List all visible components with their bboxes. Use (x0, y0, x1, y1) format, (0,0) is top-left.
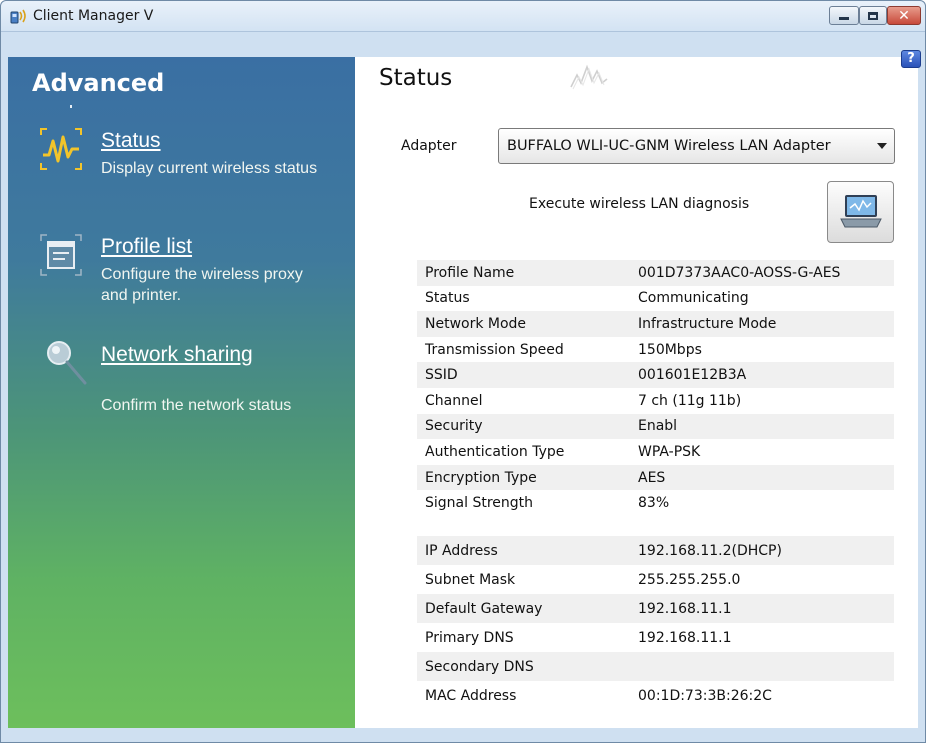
row-value: 192.168.11.1 (638, 629, 732, 646)
row-value: 7 ch (11g 11b) (638, 392, 742, 409)
adapter-label: Adapter (401, 138, 457, 154)
sidebar-item-profile-list[interactable]: Profile list (101, 235, 192, 259)
table-row: Profile Name 001D7373AAC0-AOSS-G-AES (417, 260, 894, 286)
close-icon: ✕ (898, 7, 910, 24)
row-label: Encryption Type (425, 469, 537, 486)
row-value: 001D7373AAC0-AOSS-G-AES (638, 264, 841, 281)
table-row: SSID 001601E12B3A (417, 362, 894, 388)
minimize-icon (839, 17, 849, 20)
row-value: 150Mbps (638, 341, 702, 358)
row-value: Enabl (638, 418, 678, 435)
row-label: Network Mode (425, 315, 527, 332)
row-value: 83% (638, 495, 670, 512)
row-label: Status (425, 290, 470, 307)
wireless-app-icon (10, 9, 26, 24)
window-icon[interactable] (39, 233, 83, 277)
sidebar-item-status[interactable]: Status (101, 129, 161, 153)
table-row: MAC Address 00:1D:73:3B:26:2C (417, 681, 894, 710)
chevron-down-icon (877, 143, 887, 149)
row-label: Subnet Mask (425, 571, 516, 588)
diagnosis-button[interactable] (827, 181, 894, 243)
close-button[interactable]: ✕ (887, 6, 921, 25)
table-row: Subnet Mask 255.255.255.0 (417, 565, 894, 594)
row-label: Secondary DNS (425, 658, 534, 675)
row-label: Authentication Type (425, 443, 565, 460)
row-label: Default Gateway (425, 600, 543, 617)
table-row: Encryption Type AES (417, 464, 894, 491)
row-label: Profile Name (425, 264, 515, 281)
row-label: Transmission Speed (425, 341, 564, 358)
network-info-table: IP Address 192.168.11.2(DHCP) Subnet Mask… (417, 536, 894, 710)
window-title: Client Manager V (33, 8, 154, 24)
row-label: MAC Address (425, 687, 517, 704)
title-bar[interactable]: Client Manager V ✕ (1, 1, 925, 32)
row-label: IP Address (425, 542, 498, 559)
row-label: Security (425, 418, 483, 435)
diagnosis-label: Execute wireless LAN diagnosis (529, 196, 750, 212)
row-value: Communicating (638, 290, 749, 307)
sidebar-item-network-sharing-description: Confirm the network status (101, 397, 292, 414)
minimize-button[interactable] (829, 6, 859, 25)
table-row: Default Gateway 192.168.11.1 (417, 594, 894, 623)
table-row: IP Address 192.168.11.2(DHCP) (417, 536, 894, 565)
row-label: Primary DNS (425, 629, 514, 646)
row-value: Infrastructure Mode (638, 315, 777, 332)
page-title: Status (379, 65, 453, 91)
sidebar-heading: Advanced (32, 69, 165, 97)
row-value: 255.255.255.0 (638, 571, 741, 588)
sidebar-item-status-description: Display current wireless status (101, 160, 318, 177)
row-value: 00:1D:73:3B:26:2C (638, 687, 772, 704)
table-row: Authentication Type WPA-PSK (417, 439, 894, 465)
row-value: WPA-PSK (638, 443, 701, 460)
table-row: Channel 7 ch (11g 11b) (417, 387, 894, 414)
table-row: Network Mode Infrastructure Mode (417, 311, 894, 337)
row-label: Signal Strength (425, 495, 534, 512)
maximize-button[interactable] (859, 6, 887, 25)
row-value: 192.168.11.1 (638, 600, 732, 617)
wireless-info-table: Profile Name 001D7373AAC0-AOSS-G-AES Stat… (417, 260, 894, 516)
row-label: Channel (425, 392, 483, 409)
heading-mark (70, 105, 72, 108)
table-row: Security Enabl (417, 413, 894, 440)
adapter-select-value: BUFFALO WLI-UC-GNM Wireless LAN Adapter (507, 138, 831, 154)
maximize-icon (868, 11, 878, 20)
magnifier-icon[interactable] (45, 335, 91, 389)
row-value: AES (638, 469, 666, 486)
table-row: Primary DNS 192.168.11.1 (417, 623, 894, 652)
app-window: Client Manager V ✕ Advanced Status Displ… (0, 0, 926, 743)
signal-wave-icon (570, 64, 608, 90)
wave-icon[interactable] (39, 127, 83, 171)
table-row: Status Communicating (417, 285, 894, 312)
row-label: SSID (425, 367, 458, 384)
adapter-select[interactable]: BUFFALO WLI-UC-GNM Wireless LAN Adapter (498, 128, 895, 164)
help-icon[interactable]: ? (901, 50, 921, 68)
row-value (630, 652, 894, 681)
sidebar-item-profile-list-description: Configure the wireless proxy and printer… (101, 266, 303, 304)
laptop-icon (840, 195, 882, 228)
row-value: 001601E12B3A (638, 367, 747, 384)
sidebar-item-network-sharing[interactable]: Network sharing (101, 343, 253, 367)
table-row: Secondary DNS (417, 652, 894, 681)
sidebar: Advanced Status Display current wireless… (8, 57, 355, 728)
table-row: Signal Strength 83% (417, 490, 894, 516)
row-value: 192.168.11.2(DHCP) (638, 542, 782, 559)
table-row: Transmission Speed 150Mbps (417, 336, 894, 363)
